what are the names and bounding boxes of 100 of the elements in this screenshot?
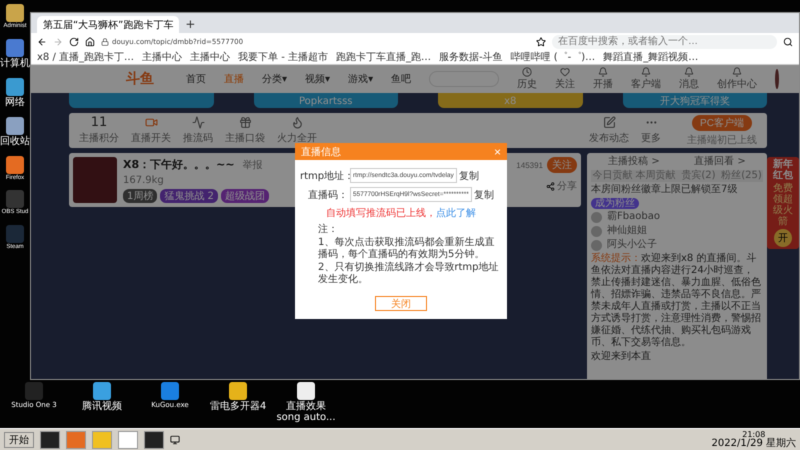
notice-text: 自动填写推流码已上线，点此了解 — [325, 206, 477, 220]
header-link[interactable]: 客户端 — [631, 77, 662, 91]
client-note-link[interactable]: 主播端初已上线 — [687, 132, 757, 146]
new-tab-button[interactable]: + — [185, 16, 196, 33]
nav-link[interactable]: 游戏▾ — [348, 72, 374, 86]
tray-icon[interactable] — [170, 434, 180, 444]
badge[interactable]: 猛鬼挑战 2 — [160, 189, 218, 203]
tool-label[interactable]: 推流码 — [183, 131, 213, 145]
site-logo[interactable]: 斗鱼 — [126, 70, 154, 88]
bookmark[interactable]: 哔哩哔哩 (゜-゜)… — [510, 50, 596, 64]
stream-weight: 167.9kg — [123, 175, 165, 186]
packet-title: 新年红包 — [773, 159, 793, 181]
tool-label[interactable]: 发布动态 — [589, 131, 629, 145]
tool-label[interactable]: 火力全开 — [277, 131, 317, 145]
note-text: 1、每次点击获取推流码都会重新生成直播码，每个直播码的有效期为5分钟。 — [318, 237, 496, 261]
search-icon[interactable] — [783, 36, 793, 46]
tool-label[interactable]: 主播口袋 — [225, 131, 265, 145]
search-field[interactable]: 在百度中搜索，或者输入一个… — [552, 34, 777, 48]
badge[interactable]: 超级战团 — [220, 189, 269, 203]
flame-icon — [290, 116, 304, 129]
promo-packet-banner[interactable]: 新年红包 免费领超级火箭 开 — [767, 157, 799, 249]
score-value: 11 — [90, 116, 108, 129]
user-name: 阿头小公子 — [607, 239, 657, 251]
banner[interactable]: 开大狗冠军得奖 — [622, 93, 767, 108]
bell-icon — [641, 67, 652, 77]
banner[interactable]: Popkartsss — [254, 93, 398, 108]
bookmark[interactable]: 服务数据-斗鱼 — [438, 50, 503, 64]
bell-icon — [598, 67, 608, 77]
client-button[interactable]: PC客户端 — [692, 114, 752, 130]
badge[interactable]: 1周榜 — [123, 189, 158, 203]
desktop-icon-label: 计算机 — [0, 58, 30, 69]
header-link[interactable]: 关注 — [555, 77, 576, 91]
bell-icon — [732, 67, 742, 77]
bookmark[interactable]: x8 / 直播_跑跑卡丁… — [37, 50, 134, 64]
field-label: 直播码： — [307, 188, 348, 202]
taskbar-app-icon[interactable] — [40, 430, 60, 448]
tool-label[interactable]: 主播积分 — [79, 131, 119, 145]
star-icon[interactable] — [536, 36, 546, 46]
fan-note: 本房间粉丝徽章上限已解锁至7级 — [591, 184, 738, 196]
rank-tab[interactable]: 贵宾(2) — [677, 170, 720, 182]
viewer-count: 145391 — [516, 160, 543, 170]
nav-link[interactable]: 直播 — [224, 72, 244, 86]
desktop-icon[interactable] — [6, 4, 24, 22]
header-link[interactable]: 开播 — [593, 77, 614, 91]
desktop-icon[interactable] — [229, 382, 247, 400]
notes-title: 注： — [318, 224, 339, 236]
tool-label[interactable]: 更多 — [641, 131, 661, 145]
panel-link[interactable]: 主播投稿 > — [608, 156, 660, 168]
tool-label[interactable]: 直播开关 — [131, 131, 171, 145]
user-avatar — [591, 226, 602, 236]
follow-button[interactable]: 关注 — [547, 157, 577, 173]
user-avatar — [591, 240, 602, 250]
report-link[interactable]: 举报 — [242, 158, 263, 172]
chat-message: 欢迎来到本直 — [591, 351, 652, 363]
desktop-icon[interactable] — [297, 382, 315, 400]
start-button[interactable]: 开始 — [4, 432, 34, 448]
bookmark[interactable]: 主播中心 — [142, 50, 182, 64]
browser-tab[interactable]: 第五届“大马狮杯”跑跑卡丁车 — [37, 16, 180, 33]
share-icon — [546, 182, 555, 190]
bookmark[interactable]: 舞蹈直播_舞蹈视频… — [603, 50, 698, 64]
reload-icon[interactable] — [69, 36, 79, 46]
gift-icon — [238, 116, 252, 129]
desktop-icon[interactable] — [6, 38, 24, 57]
share-link[interactable]: 分享 — [557, 179, 577, 193]
user-avatar[interactable] — [775, 69, 779, 89]
back-icon[interactable] — [37, 36, 47, 46]
nav-link[interactable]: 分类▾ — [262, 72, 288, 86]
stream-title: X8：下午好。。。~~ — [123, 157, 235, 172]
notice-link[interactable]: 点此了解 — [436, 208, 476, 219]
fan-button[interactable]: 成为粉丝 — [591, 198, 639, 209]
field-label: rtmp地址： — [300, 170, 348, 182]
panel-link[interactable]: 直播回看 > — [694, 156, 746, 168]
desktop-icon-label: 腾讯视频 — [82, 401, 122, 412]
edit-icon — [602, 116, 616, 129]
nav-link[interactable]: 首页 — [186, 72, 206, 86]
system-message: 系统提示：欢迎来到x8 的直播间。斗鱼依法对直播内容进行24小时巡查，禁止传播封建迷信、暴力血腥、低俗色情、招嫖诈骗、违禁品等不良信息。严禁未成年人直播或打赏，主播以不正当方式诱导打赏，注意理性消费，警惕招嫌征婚、代练代抽、购买礼包码游戏币、私下交易等信息。 — [591, 253, 762, 349]
copy-button[interactable]: 复制 — [474, 188, 494, 202]
taskbar-app-icon[interactable] — [144, 430, 164, 448]
desktop-icon[interactable] — [93, 382, 111, 400]
bookmark[interactable]: 我要下单 - 主播超市 — [238, 50, 328, 64]
desktop-icon[interactable] — [6, 156, 24, 174]
desktop-icon[interactable] — [6, 116, 24, 135]
header-link[interactable]: 创作中心 — [717, 77, 758, 91]
lock-icon — [101, 38, 109, 46]
open-button[interactable]: 开 — [774, 229, 792, 247]
nav-link[interactable]: 鱼吧 — [391, 72, 412, 86]
close-button[interactable]: × — [494, 144, 501, 158]
nav-link[interactable]: 视频▾ — [305, 72, 330, 86]
rank-tab[interactable]: 今日贡献 — [591, 170, 634, 182]
desktop-icon[interactable] — [6, 78, 24, 96]
rank-tab[interactable]: 粉丝(25) — [720, 170, 763, 182]
home-icon[interactable] — [85, 36, 95, 46]
header-link[interactable]: 历史 — [517, 77, 538, 91]
photo-placeholder — [73, 157, 117, 203]
close-dialog-button[interactable]: 关闭 — [375, 296, 427, 311]
bookmark[interactable]: 跑跑卡丁车直播_跑… — [336, 50, 431, 64]
rank-tab[interactable]: 本周贡献 — [634, 170, 677, 182]
header-link[interactable]: 消息 — [679, 77, 700, 91]
copy-button[interactable]: 复制 — [458, 168, 479, 182]
bookmark[interactable]: 主播中心 — [190, 50, 230, 64]
